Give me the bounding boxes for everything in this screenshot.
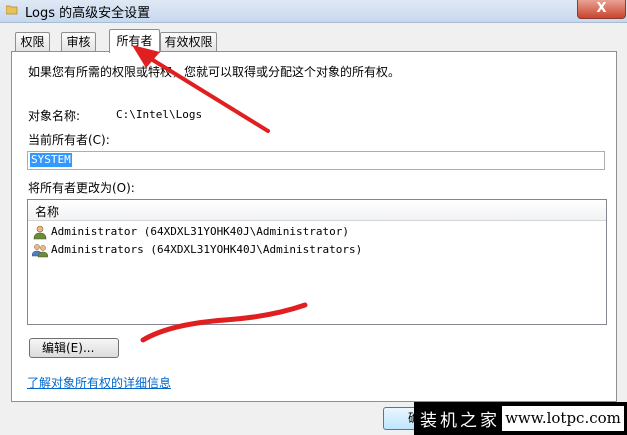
- owner-row-administrator[interactable]: Administrator (64XDXL31YOHK40J\Administr…: [28, 224, 606, 241]
- owner-row-administrators[interactable]: Administrators (64XDXL31YOHK40J\Administ…: [28, 242, 606, 259]
- current-owner-field[interactable]: SYSTEM: [27, 151, 605, 170]
- tab-owner[interactable]: 所有者: [109, 29, 160, 53]
- title-bar: Logs 的高级安全设置 X: [0, 0, 627, 23]
- tab-effective-permissions[interactable]: 有效权限: [160, 32, 217, 52]
- close-button[interactable]: X: [577, 0, 626, 19]
- edit-button-label: 编辑(E)...: [42, 341, 95, 355]
- current-owner-label: 当前所有者(C):: [28, 133, 110, 147]
- object-name-label: 对象名称:: [28, 109, 81, 123]
- owner-name: Administrator (64XDXL31YOHK40J\Administr…: [51, 225, 350, 238]
- tab-auditing[interactable]: 审核: [61, 32, 96, 52]
- watermark-url: www.lotpc.com: [502, 406, 624, 431]
- user-icon: [33, 225, 47, 240]
- object-name-value: C:\Intel\Logs: [116, 108, 203, 121]
- window-title: Logs 的高级安全设置: [25, 6, 151, 21]
- watermark-logo: 装机之家 www.lotpc.com: [414, 402, 627, 435]
- change-owner-label: 将所有者更改为(O):: [28, 181, 135, 195]
- owner-name: Administrators (64XDXL31YOHK40J\Administ…: [51, 243, 363, 256]
- edit-button[interactable]: 编辑(E)...: [29, 338, 119, 358]
- users-group-icon: [32, 244, 48, 258]
- owner-panel: 如果您有所需的权限或特权，您就可以取得或分配这个对象的所有权。 对象名称: C:…: [11, 51, 617, 402]
- owner-list[interactable]: 名称 Administrator (64XDXL31YOHK40J\Admini…: [27, 199, 607, 325]
- tab-permissions[interactable]: 权限: [15, 32, 50, 52]
- folder-icon: [6, 5, 18, 15]
- list-header-name[interactable]: 名称: [28, 200, 606, 221]
- learn-more-link[interactable]: 了解对象所有权的详细信息: [27, 374, 171, 391]
- watermark-site-name: 装机之家: [420, 411, 500, 431]
- current-owner-value: SYSTEM: [30, 153, 72, 167]
- list-header-label: 名称: [35, 205, 60, 219]
- intro-text: 如果您有所需的权限或特权，您就可以取得或分配这个对象的所有权。: [28, 65, 401, 79]
